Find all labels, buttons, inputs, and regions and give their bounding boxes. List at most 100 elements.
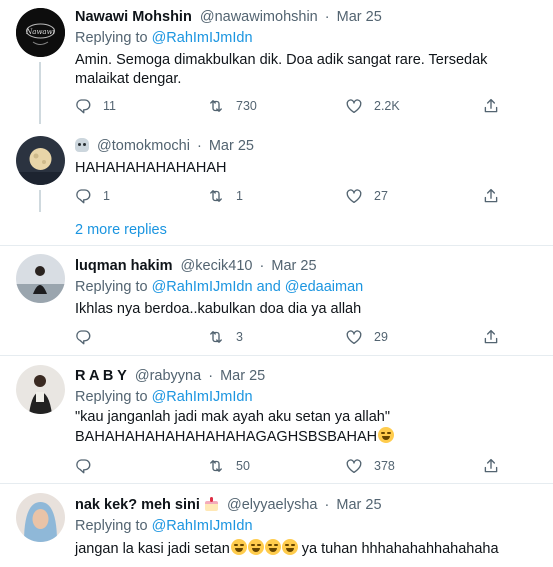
display-name[interactable]: R A B Y — [75, 368, 127, 384]
laughing-crying-emoji-icon — [264, 539, 281, 555]
reply-count: 11 — [103, 99, 116, 113]
share-button[interactable] — [482, 328, 500, 346]
share-icon — [482, 97, 500, 115]
avatar[interactable] — [16, 136, 65, 185]
retweet-count: 1 — [236, 189, 243, 203]
like-button[interactable]: 29 — [345, 328, 388, 346]
dot-separator: · — [196, 138, 202, 154]
replying-label: Replying to — [75, 518, 148, 534]
share-button[interactable] — [482, 97, 500, 115]
reply-icon — [74, 97, 92, 115]
replying-label: Replying to — [75, 389, 148, 405]
reply-button[interactable] — [74, 457, 103, 475]
share-button[interactable] — [482, 457, 500, 475]
svg-text:Nawawi: Nawawi — [25, 28, 55, 36]
tweet[interactable]: R A B Y @rabyyna · Mar 25 Replying to @R… — [0, 356, 553, 482]
tweet[interactable]: @tomokmochi · Mar 25 HAHAHAHAHAHAHAH 1 1… — [0, 124, 553, 212]
timestamp[interactable]: Mar 25 — [336, 497, 381, 513]
tweet[interactable]: Nawawi Nawawi Mohshin @nawawimohshin · M… — [0, 0, 553, 124]
dot-separator: · — [324, 9, 330, 25]
replying-to-link[interactable]: @RahImIJmIdn — [152, 389, 253, 405]
like-count: 27 — [374, 189, 388, 203]
dot-separator: · — [208, 368, 214, 384]
tweet-text-part: ya tuhan hhhahahahhahahaha — [297, 541, 499, 557]
avatar[interactable] — [16, 493, 65, 542]
tweet[interactable]: luqman hakim @kecik410 · Mar 25 Replying… — [0, 246, 553, 349]
tweet-text: Ikhlas nya berdoa..kabulkan doa dia ya a… — [75, 301, 362, 317]
share-icon — [482, 457, 500, 475]
dot-separator: · — [324, 497, 330, 513]
handle[interactable]: @elyyaelysha — [227, 497, 317, 513]
like-button[interactable]: 378 — [345, 457, 395, 475]
timestamp[interactable]: Mar 25 — [209, 138, 254, 154]
handle[interactable]: @nawawimohshin — [200, 9, 318, 25]
like-count: 378 — [374, 459, 395, 473]
avatar[interactable]: Nawawi — [16, 8, 65, 57]
retweet-button[interactable]: 3 — [207, 328, 243, 346]
like-icon — [345, 187, 363, 205]
laughing-crying-emoji-icon — [281, 539, 298, 555]
reply-icon — [74, 187, 92, 205]
retweet-icon — [207, 187, 225, 205]
display-name[interactable]: luqman hakim — [75, 258, 173, 274]
timestamp[interactable]: Mar 25 — [271, 258, 316, 274]
avatar[interactable] — [16, 365, 65, 414]
like-button[interactable]: 27 — [345, 187, 388, 205]
tweet-text: HAHAHAHAHAHAHAH — [75, 160, 227, 176]
replying-label: Replying to — [75, 279, 148, 295]
avatar-image — [16, 254, 65, 303]
thread-line — [39, 190, 41, 212]
like-icon — [345, 97, 363, 115]
laughing-crying-emoji-icon — [378, 427, 395, 443]
avatar-image: Nawawi — [16, 8, 65, 57]
share-icon — [482, 187, 500, 205]
avatar-image — [16, 493, 65, 542]
like-button[interactable]: 2.2K — [345, 97, 400, 115]
retweet-icon — [207, 97, 225, 115]
handle[interactable]: @tomokmochi — [97, 138, 190, 154]
retweet-icon — [207, 457, 225, 475]
tweet[interactable]: nak kek? meh sini @elyyaelysha · Mar 25 … — [0, 484, 553, 567]
replying-label: Replying to — [75, 30, 148, 46]
tweet-text-line: BAHAHAHAHAHAHAHAHAGAGHSBSBAHAH — [75, 429, 378, 445]
and-label: and — [256, 279, 281, 295]
retweet-count: 50 — [236, 459, 250, 473]
like-icon — [345, 457, 363, 475]
reply-button[interactable]: 11 — [74, 97, 116, 115]
reply-button[interactable] — [74, 328, 103, 346]
timestamp[interactable]: Mar 25 — [337, 9, 382, 25]
reply-button[interactable]: 1 — [74, 187, 110, 205]
tweet-text: jangan la kasi jadi setan ya tuhan hhhah… — [75, 539, 545, 559]
like-icon — [345, 328, 363, 346]
timestamp[interactable]: Mar 25 — [220, 368, 265, 384]
tweet-text-part: jangan la kasi jadi setan — [75, 541, 230, 557]
replying-to-link[interactable]: @RahImIJmIdn — [152, 518, 253, 534]
display-name[interactable]: Nawawi Mohshin — [75, 9, 192, 25]
avatar[interactable] — [16, 254, 65, 303]
share-icon — [482, 328, 500, 346]
avatar-image — [16, 365, 65, 414]
retweet-button[interactable]: 50 — [207, 457, 250, 475]
handle[interactable]: @kecik410 — [181, 258, 253, 274]
dot-separator: · — [259, 258, 265, 274]
tweet-text: "kau janganlah jadi mak ayah aku setan y… — [75, 408, 545, 447]
replying-to-link[interactable]: @RahImIJmIdn — [152, 30, 253, 46]
retweet-button[interactable]: 730 — [207, 97, 257, 115]
tweet-text: Amin. Semoga dimakbulkan dik. Doa adik s… — [75, 52, 488, 87]
display-name[interactable]: nak kek? meh sini — [75, 497, 200, 513]
cake-icon — [204, 497, 219, 511]
retweet-icon — [207, 328, 225, 346]
retweet-count: 3 — [236, 330, 243, 344]
like-count: 29 — [374, 330, 388, 344]
replying-to-link[interactable]: @edaaiman — [285, 279, 363, 295]
share-button[interactable] — [482, 187, 500, 205]
replying-to-link[interactable]: @RahImIJmIdn — [152, 279, 253, 295]
tweet-text-line: "kau janganlah jadi mak ayah aku setan y… — [75, 409, 390, 425]
more-replies-link[interactable]: 2 more replies — [75, 222, 167, 238]
thread-line — [39, 62, 41, 124]
like-count: 2.2K — [374, 99, 400, 113]
skull-icon — [75, 138, 89, 152]
retweet-count: 730 — [236, 99, 257, 113]
retweet-button[interactable]: 1 — [207, 187, 243, 205]
handle[interactable]: @rabyyna — [135, 368, 201, 384]
